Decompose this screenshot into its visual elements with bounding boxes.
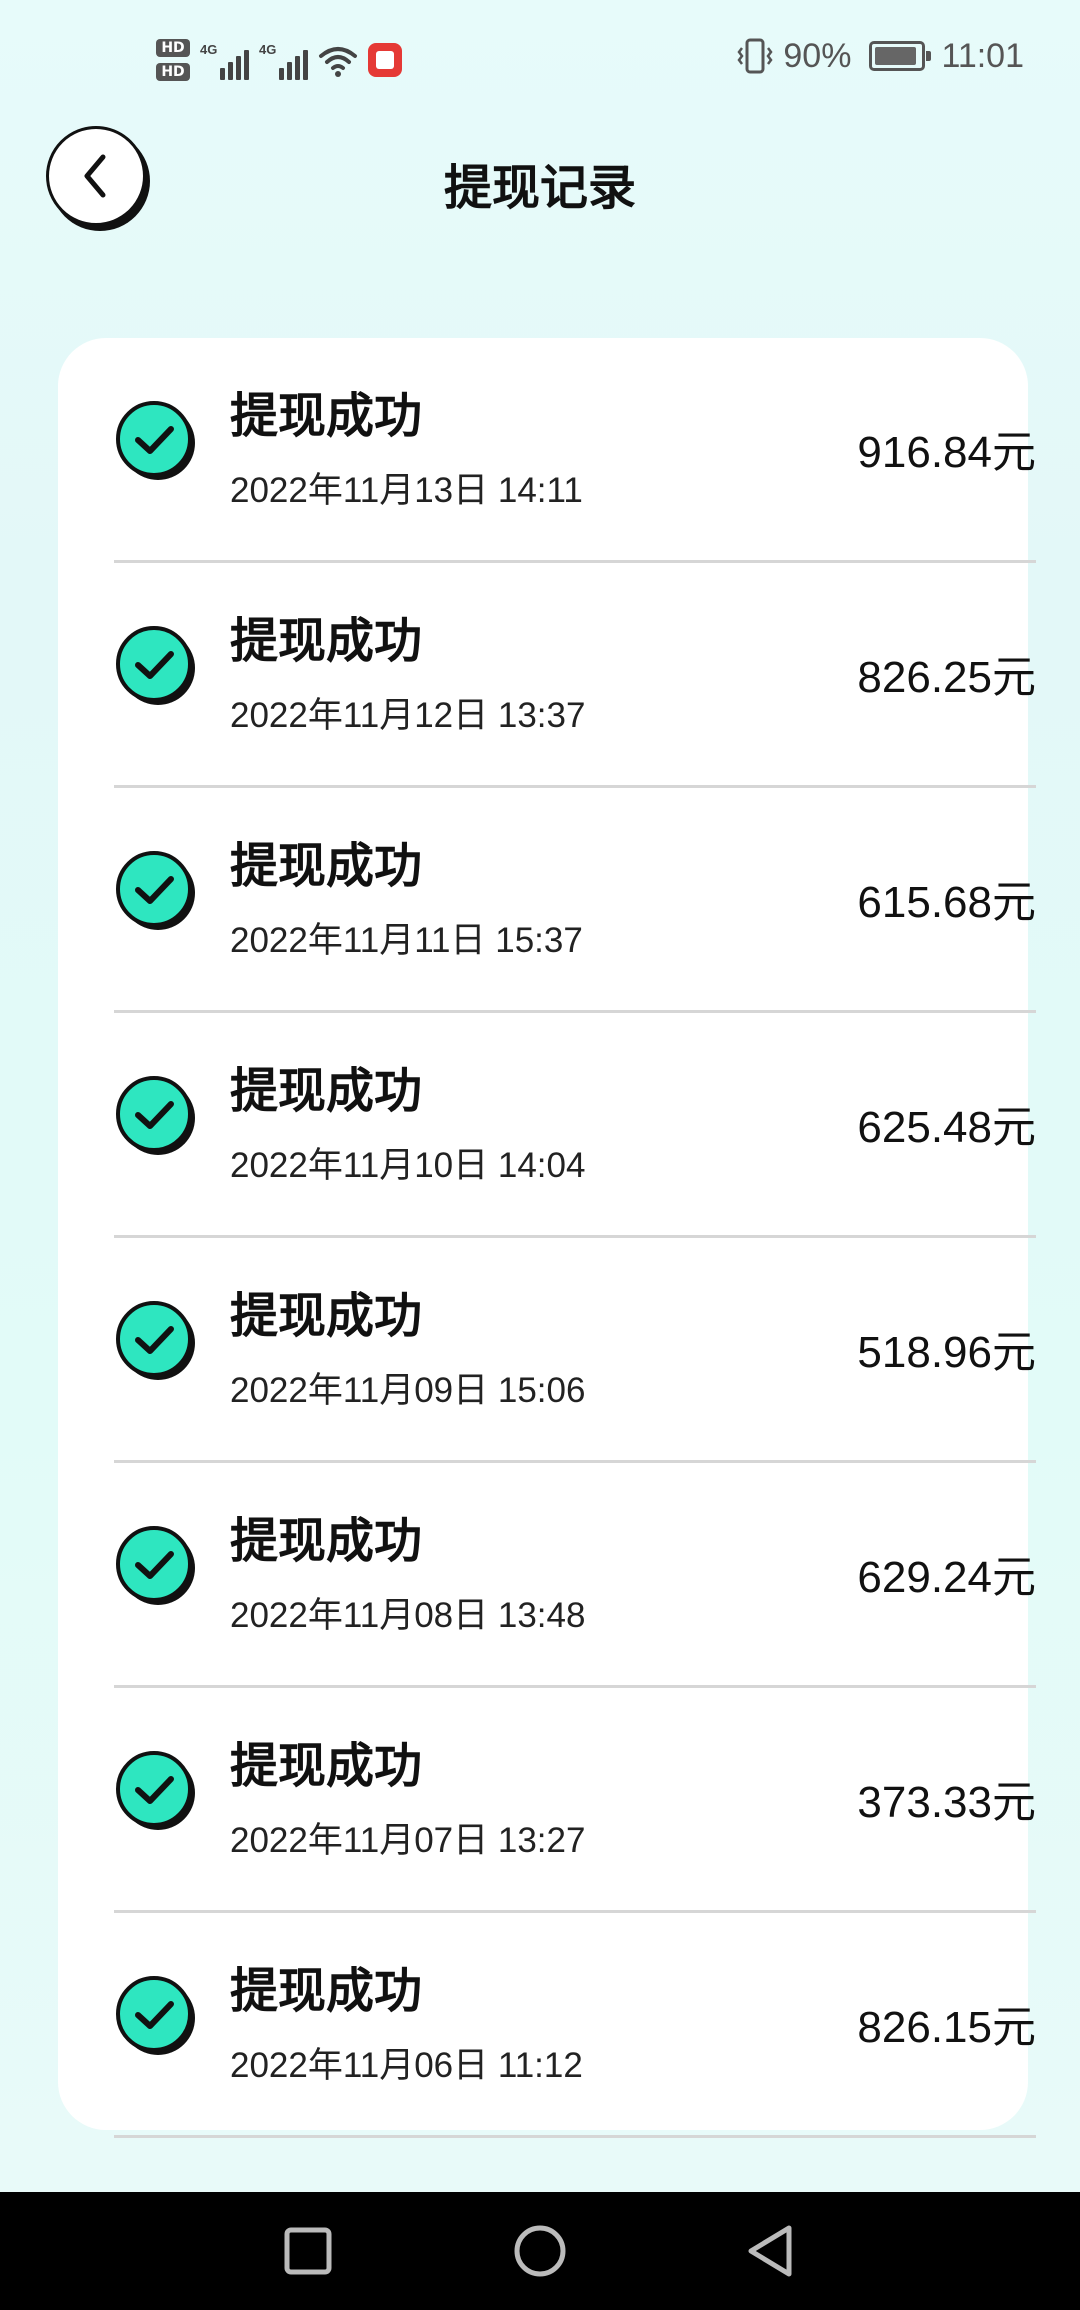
status-right: 90% 11:01 xyxy=(737,36,1024,76)
record-row[interactable]: 提现成功 2022年11月09日 15:06 518.96元 xyxy=(114,1238,1036,1463)
record-amount: 373.33元 xyxy=(857,1778,1036,1827)
home-icon[interactable] xyxy=(505,2216,575,2286)
record-datetime: 2022年11月11日 15:37 xyxy=(230,921,583,960)
vibrate-icon xyxy=(737,38,773,74)
wifi-icon xyxy=(319,47,357,77)
record-amount: 518.96元 xyxy=(857,1328,1036,1377)
page-title: 提现记录 xyxy=(443,162,636,215)
check-circle-icon xyxy=(116,851,195,930)
record-status: 提现成功 xyxy=(230,1065,423,1118)
check-circle-icon xyxy=(116,1976,195,2055)
record-row[interactable]: 提现成功 2022年11月08日 13:48 629.24元 xyxy=(114,1463,1036,1688)
clock: 11:01 xyxy=(941,36,1024,75)
signal-1-icon: 4G xyxy=(200,40,249,80)
record-datetime: 2022年11月12日 13:37 xyxy=(230,696,586,735)
record-datetime: 2022年11月09日 15:06 xyxy=(230,1371,586,1410)
record-status: 提现成功 xyxy=(230,1290,423,1343)
record-row[interactable]: 提现成功 2022年11月12日 13:37 826.25元 xyxy=(114,563,1036,788)
battery-icon xyxy=(869,41,932,71)
check-circle-icon xyxy=(116,1526,195,1605)
battery-percent: 90% xyxy=(783,36,852,75)
record-datetime: 2022年11月13日 14:11 xyxy=(230,471,583,510)
signal-2-icon: 4G xyxy=(259,40,308,80)
notification-app-icon xyxy=(368,43,402,77)
record-row[interactable]: 提现成功 2022年11月11日 15:37 615.68元 xyxy=(114,788,1036,1013)
record-amount: 629.24元 xyxy=(857,1553,1036,1602)
record-status: 提现成功 xyxy=(230,840,423,893)
record-amount: 826.15元 xyxy=(857,2003,1036,2052)
record-status: 提现成功 xyxy=(230,1515,423,1568)
record-datetime: 2022年11月08日 13:48 xyxy=(230,1596,586,1635)
records-card: 提现成功 2022年11月13日 14:11 916.84元 提现成功 2022年11月… xyxy=(58,338,1036,2138)
record-row[interactable]: 提现成功 2022年11月07日 13:27 373.33元 xyxy=(114,1688,1036,1913)
record-row[interactable]: 提现成功 2022年11月13日 14:11 916.84元 xyxy=(114,338,1036,563)
record-datetime: 2022年11月06日 11:12 xyxy=(230,2046,583,2085)
hd1-badge: HD xyxy=(156,39,190,57)
check-circle-icon xyxy=(116,1076,195,1155)
record-datetime: 2022年11月07日 13:27 xyxy=(230,1821,586,1860)
record-amount: 625.48元 xyxy=(857,1103,1036,1152)
status-bar: HD HD 4G 4G 90% 11:01 xyxy=(0,0,1080,120)
record-datetime: 2022年11月10日 14:04 xyxy=(230,1146,586,1185)
check-circle-icon xyxy=(116,626,195,705)
status-left: HD HD 4G 4G xyxy=(156,28,402,92)
back-triangle-icon[interactable] xyxy=(737,2216,807,2286)
record-row[interactable]: 提现成功 2022年11月10日 14:04 625.48元 xyxy=(114,1013,1036,1238)
record-row[interactable]: 提现成功 2022年11月06日 11:12 826.15元 xyxy=(114,1913,1036,2138)
record-amount: 916.84元 xyxy=(857,428,1036,477)
record-status: 提现成功 xyxy=(230,615,423,668)
record-amount: 615.68元 xyxy=(857,878,1036,927)
hd2-badge: HD xyxy=(156,63,190,81)
check-circle-icon xyxy=(116,401,195,480)
recent-apps-icon[interactable] xyxy=(273,2216,343,2286)
record-status: 提现成功 xyxy=(230,390,423,443)
record-status: 提现成功 xyxy=(230,1965,423,2018)
system-nav-bar xyxy=(0,2192,1080,2310)
check-circle-icon xyxy=(116,1751,195,1830)
check-circle-icon xyxy=(116,1301,195,1380)
hd-indicators: HD HD xyxy=(156,39,190,81)
record-status: 提现成功 xyxy=(230,1740,423,1793)
record-amount: 826.25元 xyxy=(857,653,1036,702)
